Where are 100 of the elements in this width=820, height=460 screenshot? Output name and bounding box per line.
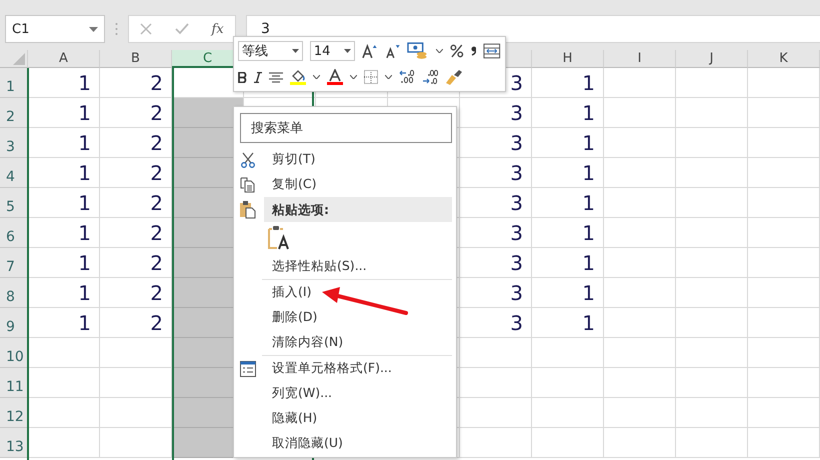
row-header[interactable]: 13 bbox=[0, 428, 28, 458]
table-cell: 3 bbox=[460, 188, 532, 218]
table-cell bbox=[676, 98, 748, 128]
insert-function-button[interactable]: fx bbox=[212, 22, 224, 36]
table-cell: 1 bbox=[532, 278, 604, 308]
align-center-icon[interactable] bbox=[269, 72, 283, 82]
menu-item[interactable]: 删除(D) bbox=[272, 309, 318, 326]
table-cell bbox=[676, 338, 748, 368]
caret-icon[interactable] bbox=[436, 49, 443, 53]
fill-color-icon[interactable] bbox=[290, 69, 306, 85]
table-cell bbox=[748, 68, 820, 98]
decrease-decimal-icon[interactable] bbox=[422, 69, 438, 85]
row-header[interactable]: 12 bbox=[0, 398, 28, 428]
search-field[interactable]: 搜索菜单 bbox=[240, 113, 452, 143]
row-header[interactable]: 1 bbox=[0, 68, 28, 98]
increase-decimal-icon[interactable] bbox=[399, 69, 415, 85]
table-cell: 3 bbox=[460, 308, 532, 338]
table-cell bbox=[604, 128, 676, 158]
percent-icon[interactable] bbox=[450, 44, 464, 58]
table-cell: 3 bbox=[460, 128, 532, 158]
paste-text-icon[interactable] bbox=[268, 226, 292, 250]
check-icon[interactable] bbox=[174, 23, 189, 35]
menu-item[interactable]: 取消隐藏(U) bbox=[272, 435, 343, 452]
table-cell: 3 bbox=[460, 158, 532, 188]
menu-item[interactable]: 复制(C) bbox=[272, 176, 316, 193]
table-cell bbox=[604, 158, 676, 188]
table-cell bbox=[748, 428, 820, 458]
column-header[interactable]: A bbox=[28, 50, 100, 68]
table-cell bbox=[532, 368, 604, 398]
shrink-font-icon[interactable] bbox=[384, 43, 400, 59]
table-cell bbox=[748, 278, 820, 308]
row-header[interactable]: 10 bbox=[0, 338, 28, 368]
font-size-field[interactable]: 14 bbox=[310, 41, 356, 61]
column-header[interactable]: B bbox=[100, 50, 172, 68]
table-cell bbox=[604, 218, 676, 248]
table-cell bbox=[604, 308, 676, 338]
italic-icon[interactable] bbox=[254, 72, 262, 82]
table-cell bbox=[604, 338, 676, 368]
table-cell bbox=[460, 338, 532, 368]
table-cell bbox=[748, 398, 820, 428]
row-header[interactable]: 5 bbox=[0, 188, 28, 218]
font-color-icon[interactable] bbox=[327, 69, 343, 85]
menu-item[interactable]: 清除内容(N) bbox=[272, 334, 344, 351]
column-header[interactable]: K bbox=[748, 50, 820, 68]
table-cell: 1 bbox=[532, 248, 604, 278]
table-cell bbox=[748, 368, 820, 398]
row-header[interactable]: 9 bbox=[0, 308, 28, 338]
borders-icon[interactable] bbox=[364, 70, 378, 84]
menu-item[interactable]: 设置单元格格式(F)... bbox=[272, 360, 392, 377]
menu-item[interactable]: 列宽(W)... bbox=[272, 385, 332, 402]
table-cell: 1 bbox=[532, 158, 604, 188]
format-painter-icon[interactable] bbox=[445, 69, 463, 85]
table-cell bbox=[460, 398, 532, 428]
table-cell bbox=[748, 338, 820, 368]
row-header[interactable]: 4 bbox=[0, 158, 28, 188]
row-header[interactable]: 6 bbox=[0, 218, 28, 248]
table-cell bbox=[748, 158, 820, 188]
table-cell: 3 bbox=[460, 98, 532, 128]
row-header[interactable]: 7 bbox=[0, 248, 28, 278]
bold-icon[interactable] bbox=[238, 72, 247, 82]
currency-icon[interactable] bbox=[407, 42, 429, 60]
caret-icon[interactable] bbox=[313, 75, 320, 79]
menu-item[interactable]: 插入(I) bbox=[272, 284, 312, 301]
table-cell bbox=[676, 368, 748, 398]
table-cell bbox=[676, 398, 748, 428]
table-cell bbox=[748, 98, 820, 128]
font-field[interactable]: 等线 bbox=[238, 41, 303, 61]
column-header[interactable]: J bbox=[676, 50, 748, 68]
row-header[interactable]: 8 bbox=[0, 278, 28, 308]
table-cell bbox=[604, 278, 676, 308]
format-cells-icon bbox=[240, 360, 256, 376]
caret-icon[interactable] bbox=[385, 75, 392, 79]
table-cell bbox=[604, 428, 676, 458]
menu-item[interactable]: 选择性粘贴(S)... bbox=[272, 258, 367, 275]
caret-icon[interactable] bbox=[350, 75, 357, 79]
table-cell: 1 bbox=[532, 128, 604, 158]
table-cell bbox=[532, 338, 604, 368]
table-cell: 1 bbox=[532, 98, 604, 128]
name-box[interactable]: C1 bbox=[5, 15, 105, 43]
grow-font-icon[interactable] bbox=[362, 43, 378, 59]
row-header[interactable]: 11 bbox=[0, 368, 28, 398]
table-cell bbox=[532, 398, 604, 428]
table-cell bbox=[748, 188, 820, 218]
row-header[interactable]: 3 bbox=[0, 128, 28, 158]
table-cell: 3 bbox=[460, 218, 532, 248]
column-width-icon[interactable] bbox=[483, 43, 501, 59]
comma-style-icon[interactable] bbox=[470, 46, 476, 56]
column-header[interactable]: H bbox=[532, 50, 604, 68]
row-header[interactable]: 2 bbox=[0, 98, 28, 128]
table-cell bbox=[748, 308, 820, 338]
table-cell bbox=[676, 218, 748, 248]
table-cell bbox=[748, 218, 820, 248]
table-cell bbox=[676, 308, 748, 338]
menu-item[interactable]: 剪切(T) bbox=[272, 151, 316, 168]
menu-item[interactable]: 隐藏(H) bbox=[272, 410, 318, 427]
grip-icon bbox=[115, 22, 118, 36]
table-cell bbox=[604, 368, 676, 398]
column-header[interactable]: I bbox=[604, 50, 676, 68]
copy-icon bbox=[240, 176, 256, 192]
table-cell bbox=[604, 188, 676, 218]
